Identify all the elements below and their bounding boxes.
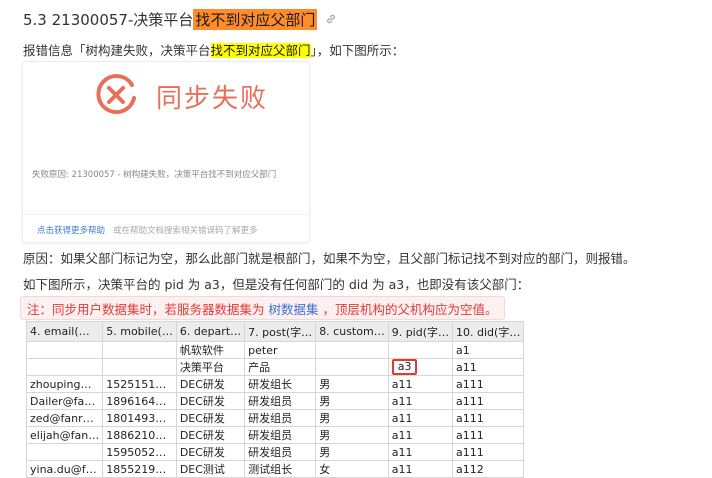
table-cell: 研发组员 <box>244 409 317 427</box>
table-cell: 男 <box>315 392 389 410</box>
section-heading: 5.3 21300057-决策平台 找不到对应父部门 <box>23 7 337 31</box>
table-cell: a11 <box>387 460 454 478</box>
example-paragraph: 如下图所示，决策平台的 pid 为 a3，但是没有任何部门的 did 为 a3，… <box>23 277 530 292</box>
column-header[interactable]: 8. custom… <box>315 321 389 342</box>
table-cell: peter <box>244 341 317 359</box>
table-cell: 1855219… <box>102 460 177 478</box>
tree-dataset-link[interactable]: 树数据集 <box>269 299 319 318</box>
sync-failure-title: 同步失败 <box>156 84 269 114</box>
table-row: elijah@fan… 1886210… DEC研发 研发组员 男 a11 a1… <box>25 426 525 444</box>
heading-number: 5.3 21300057-决策平台 <box>23 10 194 29</box>
column-header[interactable]: 7. post(字… <box>244 321 317 342</box>
table-cell: a112 <box>452 460 525 478</box>
failure-reason: 失败原因: 21300057 - 树构建失败，决策平台找不到对应父部门 <box>32 170 277 180</box>
table-row: zhouping… 1525151… DEC研发 研发组长 男 a11 a111 <box>25 375 525 393</box>
table-cell: 研发组长 <box>244 375 317 393</box>
table-cell: 研发组员 <box>244 426 317 444</box>
intro-highlight: 找不到对应父部门 <box>210 43 311 58</box>
table-row: 决策平台 产品 a3 a11 <box>25 358 525 376</box>
table-cell: Dailer@fa… <box>25 392 104 410</box>
table-cell: DEC研发 <box>175 443 246 461</box>
table-cell: 帆软软件 <box>175 341 246 359</box>
table-cell: zhouping… <box>25 375 104 393</box>
link-anchor-icon[interactable] <box>325 13 337 25</box>
table-cell: DEC研发 <box>175 426 246 444</box>
table-cell <box>102 358 177 376</box>
table-cell: a11 <box>387 409 454 427</box>
card-footer: 点击获得更多帮助 或在帮助文档搜索相关错误码了解更多 <box>37 224 258 236</box>
table-cell: a111 <box>452 426 525 444</box>
card-divider <box>23 214 309 215</box>
table-cell: 产品 <box>244 358 317 376</box>
table-cell: 女 <box>315 460 389 478</box>
highlighted-pid-cell: a3 <box>387 358 454 376</box>
table-cell: 测试组长 <box>244 460 317 478</box>
dataset-table: 4. email(… 5. mobile(… 6. depart… 7. pos… <box>25 321 525 478</box>
table-row: yina.du@f… 1855219… DEC测试 测试组长 女 a11 a11… <box>25 460 525 478</box>
table-cell: 男 <box>315 426 389 444</box>
table-cell: 1896164… <box>102 392 177 410</box>
intro-text: 报错信息「树构建失败，决策平台 <box>23 43 211 58</box>
table-cell: 1886210… <box>102 426 177 444</box>
table-cell: DEC研发 <box>175 375 246 393</box>
table-cell: a111 <box>452 409 525 427</box>
pid-highlight-box: a3 <box>391 359 418 375</box>
table-cell: a11 <box>387 392 454 410</box>
table-cell: 1525151… <box>102 375 177 393</box>
table-cell: 男 <box>315 443 389 461</box>
table-row: Dailer@fa… 1896164… DEC研发 研发组员 男 a11 a11… <box>25 392 525 410</box>
table-cell: DEC研发 <box>175 409 246 427</box>
table-cell <box>315 358 389 376</box>
column-header[interactable]: 5. mobile(… <box>102 321 177 342</box>
table-cell: 男 <box>315 375 389 393</box>
help-hint: 或在帮助文档搜索相关错误码了解更多 <box>113 226 258 236</box>
table-row: 1595052… DEC研发 研发组员 男 a11 a111 <box>25 443 525 461</box>
table-cell: a111 <box>452 392 525 410</box>
table-cell: 1801493… <box>102 409 177 427</box>
error-x-icon <box>96 74 136 115</box>
column-header[interactable]: 9. pid(字… <box>387 321 454 342</box>
table-cell: a111 <box>452 443 525 461</box>
table-cell: a11 <box>387 375 454 393</box>
note-text-end: ，顶层机构的父机构应为空值。 <box>322 301 498 317</box>
table-cell: 研发组员 <box>244 392 317 410</box>
column-header[interactable]: 6. depart… <box>175 321 246 342</box>
intro-text-end: 」，如下图所示： <box>310 43 405 58</box>
table-cell <box>25 443 104 461</box>
table-cell: a1 <box>452 341 525 359</box>
warning-note: 注：同步用户数据集时，若服务器数据集为 树数据集 ，顶层机构的父机构应为空值。 <box>20 296 505 320</box>
table-cell <box>25 341 104 359</box>
table-row: 帆软软件 peter a1 <box>25 341 525 359</box>
table-cell <box>315 341 389 359</box>
table-cell: a111 <box>452 375 525 393</box>
table-header-row: 4. email(… 5. mobile(… 6. depart… 7. pos… <box>25 321 525 342</box>
table-cell <box>102 341 177 359</box>
table-cell: 研发组员 <box>244 443 317 461</box>
table-cell: DEC测试 <box>175 460 246 478</box>
table-cell: 决策平台 <box>175 358 246 376</box>
table-cell: zed@fanr… <box>25 409 104 427</box>
table-cell: a11 <box>452 358 525 376</box>
table-cell: 1595052… <box>102 443 177 461</box>
table-cell: 男 <box>315 409 389 427</box>
help-link[interactable]: 点击获得更多帮助 <box>37 226 105 236</box>
intro-paragraph: 报错信息「树构建失败，决策平台找不到对应父部门」，如下图所示： <box>23 40 404 59</box>
column-header[interactable]: 10. did(字… <box>452 321 525 342</box>
table-row: zed@fanr… 1801493… DEC研发 研发组员 男 a11 a111 <box>25 409 525 427</box>
cause-paragraph: 原因：如果父部门标记为空，那么此部门就是根部门，如果不为空，且父部门标记找不到对… <box>23 251 636 266</box>
heading-highlight: 找不到对应父部门 <box>193 8 318 30</box>
table-cell <box>25 358 104 376</box>
table-cell: a11 <box>387 426 454 444</box>
table-cell <box>387 341 454 359</box>
note-text: 注：同步用户数据集时，若服务器数据集为 <box>27 301 265 317</box>
sync-failure-screenshot: 同步失败 失败原因: 21300057 - 树构建失败，决策平台找不到对应父部门… <box>23 62 309 242</box>
table-cell: elijah@fan… <box>25 426 104 444</box>
table-cell: DEC研发 <box>175 392 246 410</box>
table-cell: a11 <box>387 443 454 461</box>
column-header[interactable]: 4. email(… <box>25 321 104 342</box>
table-cell: yina.du@f… <box>25 460 104 478</box>
